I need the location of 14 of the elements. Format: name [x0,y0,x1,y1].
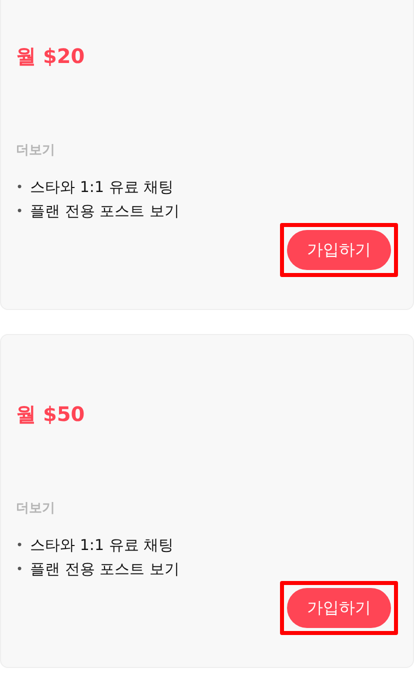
more-label: 더보기 [16,142,56,160]
join-button[interactable]: 가입하기 [287,588,391,628]
feature-item: 플랜 전용 포스트 보기 [30,559,180,580]
join-button[interactable]: 가입하기 [287,230,391,270]
feature-item: 스타와 1:1 유료 채팅 [30,535,174,556]
bullet-mark: • [16,203,24,220]
bullet-mark: • [16,561,24,578]
feature-item: 플랜 전용 포스트 보기 [30,201,180,222]
plan-price: 월 $20 [16,43,86,70]
more-label: 더보기 [16,500,56,518]
feature-item: 스타와 1:1 유료 채팅 [30,177,174,198]
bullet-mark: • [16,537,24,554]
plan-price: 월 $50 [16,401,86,428]
bullet-mark: • [16,179,24,196]
